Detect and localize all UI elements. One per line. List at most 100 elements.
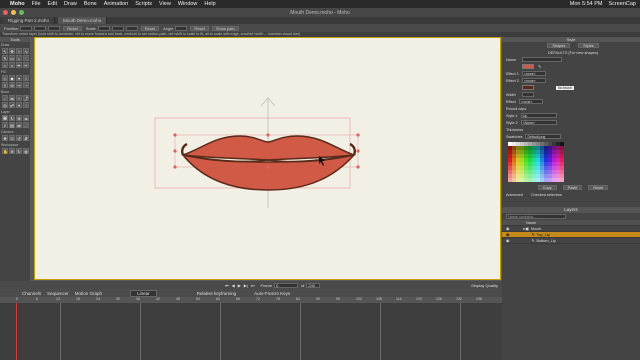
top-lip-shape[interactable] bbox=[182, 135, 355, 161]
relative-keyframing-checkbox[interactable]: Relative keyframing bbox=[197, 291, 237, 296]
scale-reset-button[interactable]: Reset bbox=[140, 25, 160, 31]
hide-edge-icon[interactable]: ⊘ bbox=[9, 82, 15, 88]
orbit-workspace-icon[interactable]: ◍ bbox=[23, 148, 29, 154]
freehand-icon[interactable]: ✎ bbox=[2, 55, 8, 61]
menu-view[interactable]: View bbox=[159, 1, 171, 7]
menu-scripts[interactable]: Scripts bbox=[135, 1, 152, 7]
show-path-checkbox[interactable]: Show path bbox=[211, 25, 239, 31]
eyedropper-icon[interactable]: ⌇ bbox=[23, 75, 29, 81]
menu-file[interactable]: File bbox=[32, 1, 41, 7]
rewind-icon[interactable]: ⏮ bbox=[225, 283, 229, 288]
bind-layer-icon[interactable]: ⚭ bbox=[16, 102, 22, 108]
effect2-dropdown[interactable]: <none> bbox=[521, 78, 546, 83]
tab-motion-graph[interactable]: Motion Graph bbox=[75, 291, 102, 296]
create-shape-icon[interactable]: ◆ bbox=[9, 75, 15, 81]
manipulate-bones-icon[interactable]: ☍ bbox=[9, 102, 15, 108]
rectangle-icon[interactable]: ▭ bbox=[9, 55, 15, 61]
paste-button[interactable]: Paste bbox=[562, 185, 583, 190]
curvature-fill-icon[interactable]: ◔ bbox=[23, 82, 29, 88]
handle-right[interactable] bbox=[356, 149, 360, 153]
playhead[interactable] bbox=[16, 303, 17, 360]
stroke-exposure-icon[interactable]: ⤳ bbox=[16, 82, 22, 88]
styles-tab[interactable]: Styles bbox=[578, 43, 599, 48]
reparent-bone-icon[interactable]: ⤴ bbox=[23, 95, 29, 101]
bone-strength-icon[interactable]: ◎ bbox=[2, 102, 8, 108]
tab-channels[interactable]: Channels bbox=[22, 291, 41, 296]
layer-selector-icon[interactable]: ▤ bbox=[9, 122, 15, 128]
width-field[interactable] bbox=[521, 92, 534, 97]
arc-icon[interactable]: ◜ bbox=[23, 55, 29, 61]
rotate-workspace-icon[interactable]: ↻ bbox=[16, 148, 22, 154]
particle-icon[interactable]: ∴ bbox=[23, 122, 29, 128]
auto-freeze-checkbox[interactable]: Auto-Freeze Keys bbox=[254, 291, 290, 296]
scale-z-field[interactable] bbox=[125, 25, 138, 31]
color-palette[interactable] bbox=[508, 142, 566, 182]
advanced-checkbox[interactable]: Advanced bbox=[506, 193, 523, 197]
interpolation-dropdown[interactable]: Linear bbox=[130, 289, 157, 297]
end-frame-field[interactable]: 240 bbox=[306, 282, 321, 288]
menu-bone[interactable]: Bone bbox=[84, 1, 97, 7]
menu-edit[interactable]: Edit bbox=[48, 1, 57, 7]
menu-app[interactable]: Moho bbox=[10, 1, 25, 7]
line-color-swatch[interactable] bbox=[522, 85, 534, 90]
zoom-workspace-icon[interactable]: ⊕ bbox=[9, 148, 15, 154]
menu-animation[interactable]: Animation bbox=[104, 1, 128, 7]
flip-layer-icon[interactable]: ⇋ bbox=[23, 115, 29, 121]
step-back-icon[interactable]: ◀ bbox=[232, 283, 235, 288]
eye-icon[interactable]: ◉ bbox=[506, 238, 509, 243]
angle-field[interactable] bbox=[175, 25, 188, 31]
roll-camera-icon[interactable]: ↺ bbox=[16, 135, 22, 141]
menu-help[interactable]: Help bbox=[204, 1, 215, 7]
fill-color-swatch[interactable] bbox=[522, 64, 534, 69]
fast-forward-icon[interactable]: ⏭ bbox=[251, 283, 255, 288]
fill-eyedropper-icon[interactable]: ✎ bbox=[538, 64, 541, 69]
handle-top[interactable] bbox=[266, 133, 270, 137]
no-brush-button[interactable]: No brush bbox=[556, 85, 574, 90]
add-bone-icon[interactable]: + bbox=[16, 95, 22, 101]
angle-reset-button[interactable]: Reset bbox=[190, 25, 209, 31]
position-z-field[interactable] bbox=[48, 25, 61, 31]
menu-draw[interactable]: Draw bbox=[64, 1, 77, 7]
swatches-dropdown[interactable]: Default.png bbox=[525, 134, 562, 139]
reset-style-button[interactable]: Reset bbox=[588, 185, 609, 190]
tab-rigging[interactable]: Rigging Part 2.moho bbox=[3, 17, 56, 24]
position-reset-button[interactable]: Reset bbox=[63, 25, 82, 31]
palette-swatch[interactable] bbox=[560, 178, 564, 182]
effect1-dropdown[interactable]: <none> bbox=[521, 71, 546, 76]
name-field[interactable] bbox=[522, 57, 563, 62]
position-y-field[interactable] bbox=[34, 25, 47, 31]
pan-tilt-camera-icon[interactable]: ⇵ bbox=[23, 135, 29, 141]
handle-br[interactable] bbox=[356, 165, 360, 169]
zoom-camera-icon[interactable]: ⊙ bbox=[9, 135, 15, 141]
oval-icon[interactable]: ○ bbox=[16, 55, 22, 61]
select-shape-icon[interactable]: ◇ bbox=[2, 75, 8, 81]
curvature-icon[interactable]: ∿ bbox=[23, 48, 29, 54]
step-forward-icon[interactable]: ▶| bbox=[244, 283, 248, 288]
handle-bl[interactable] bbox=[173, 165, 177, 169]
style2-dropdown[interactable]: <None> bbox=[520, 120, 557, 125]
copy-button[interactable]: Copy bbox=[537, 185, 557, 190]
shapes-tab[interactable]: Shapes bbox=[547, 43, 571, 48]
play-icon[interactable]: ▶ bbox=[238, 283, 241, 288]
magnet-icon[interactable]: ∩ bbox=[2, 62, 8, 68]
scale-x-field[interactable] bbox=[97, 25, 110, 31]
canvas[interactable] bbox=[34, 37, 501, 280]
eye-icon[interactable]: ◉ bbox=[506, 226, 509, 231]
select-points-icon[interactable]: ↖ bbox=[2, 48, 8, 54]
handle-bottom[interactable] bbox=[266, 165, 270, 169]
layer-row-bottom-lip[interactable]: ◉ ✎ Bottom_Lip bbox=[502, 238, 640, 244]
style1-dropdown[interactable]: Lip bbox=[520, 113, 557, 118]
layer-search-input[interactable]: Name contains... bbox=[506, 214, 566, 219]
timeline-tracks[interactable] bbox=[0, 303, 502, 360]
shear-layer-icon[interactable]: ⫽ bbox=[2, 122, 8, 128]
tab-mouth-demo[interactable]: Mouth Demo.moho bbox=[58, 17, 108, 24]
pan-workspace-icon[interactable]: ✋ bbox=[2, 148, 8, 154]
name-column-header[interactable]: Name bbox=[526, 221, 536, 225]
select-bone-icon[interactable]: ⟋ bbox=[2, 95, 8, 101]
round-caps-checkbox[interactable]: Round caps bbox=[506, 107, 526, 111]
rotate-layer-icon[interactable]: ↻ bbox=[9, 115, 15, 121]
user-name[interactable]: ScreenCap bbox=[608, 1, 636, 7]
handle-left[interactable] bbox=[173, 149, 177, 153]
pen-icon[interactable]: ✒ bbox=[16, 62, 22, 68]
set-origin-icon[interactable]: ⊕ bbox=[16, 115, 22, 121]
